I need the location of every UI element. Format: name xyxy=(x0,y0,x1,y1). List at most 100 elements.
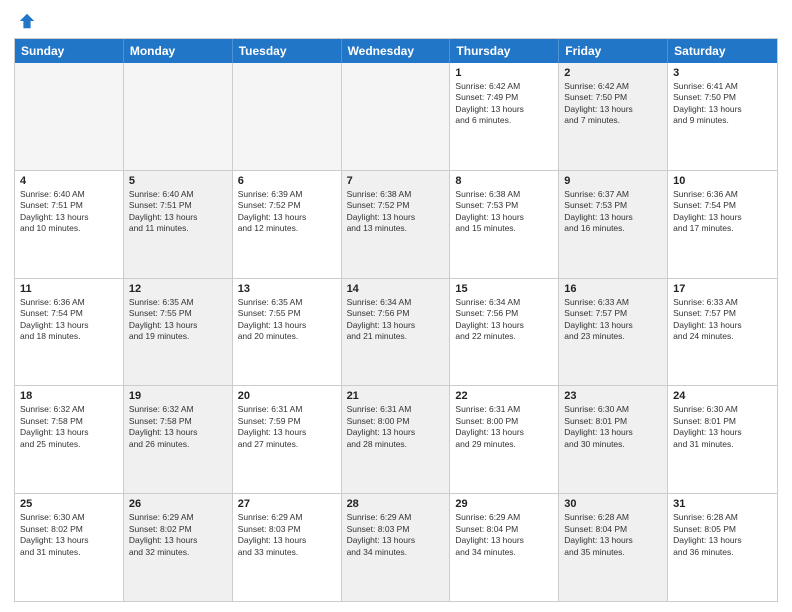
day-number: 7 xyxy=(347,175,445,187)
day-cell-11: 11 Sunrise: 6:36 AM Sunset: 7:54 PM Dayli… xyxy=(15,279,124,386)
day-cell-28: 28 Sunrise: 6:29 AM Sunset: 8:03 PM Dayli… xyxy=(342,494,451,601)
day-info: Sunrise: 6:28 AM Sunset: 8:04 PM Dayligh… xyxy=(564,512,662,558)
day-info: Sunrise: 6:36 AM Sunset: 7:54 PM Dayligh… xyxy=(20,297,118,343)
day-cell-26: 26Sunrise: 6:29 AM Sunset: 8:02 PM Dayli… xyxy=(124,494,233,601)
week-row-5: 25 Sunrise: 6:30 AM Sunset: 8:02 PM Dayli… xyxy=(15,493,777,601)
day-cell-18: 18 Sunrise: 6:32 AM Sunset: 7:58 PM Dayli… xyxy=(15,386,124,493)
day-number: 13 xyxy=(238,283,336,295)
day-cell-17: 17 Sunrise: 6:33 AM Sunset: 7:57 PM Dayli… xyxy=(668,279,777,386)
day-info: Sunrise: 6:29 AM Sunset: 8:04 PM Dayligh… xyxy=(455,512,553,558)
day-number: 4 xyxy=(20,175,118,187)
day-number: 8 xyxy=(455,175,553,187)
day-number: 16 xyxy=(564,283,662,295)
calendar-header: SundayMondayTuesdayWednesdayThursdayFrid… xyxy=(15,39,777,63)
day-cell-1: 1 Sunrise: 6:42 AM Sunset: 7:49 PM Daylig… xyxy=(450,63,559,170)
day-info: Sunrise: 6:38 AM Sunset: 7:53 PM Dayligh… xyxy=(455,189,553,235)
day-info: Sunrise: 6:30 AM Sunset: 8:01 PM Dayligh… xyxy=(673,404,772,450)
empty-cell xyxy=(342,63,451,170)
day-cell-12: 12 Sunrise: 6:35 AM Sunset: 7:55 PM Dayli… xyxy=(124,279,233,386)
page: SundayMondayTuesdayWednesdayThursdayFrid… xyxy=(0,0,792,612)
day-cell-25: 25 Sunrise: 6:30 AM Sunset: 8:02 PM Dayli… xyxy=(15,494,124,601)
week-row-4: 18 Sunrise: 6:32 AM Sunset: 7:58 PM Dayli… xyxy=(15,385,777,493)
day-cell-30: 30 Sunrise: 6:28 AM Sunset: 8:04 PM Dayli… xyxy=(559,494,668,601)
empty-cell xyxy=(15,63,124,170)
day-cell-2: 2Sunrise: 6:42 AM Sunset: 7:50 PM Daylig… xyxy=(559,63,668,170)
day-cell-16: 16 Sunrise: 6:33 AM Sunset: 7:57 PM Dayli… xyxy=(559,279,668,386)
day-cell-27: 27 Sunrise: 6:29 AM Sunset: 8:03 PM Dayli… xyxy=(233,494,342,601)
day-info: Sunrise: 6:28 AM Sunset: 8:05 PM Dayligh… xyxy=(673,512,772,558)
day-info: Sunrise: 6:32 AM Sunset: 7:58 PM Dayligh… xyxy=(20,404,118,450)
day-number: 14 xyxy=(347,283,445,295)
day-info: Sunrise: 6:31 AM Sunset: 8:00 PM Dayligh… xyxy=(455,404,553,450)
day-info: Sunrise: 6:42 AM Sunset: 7:50 PM Dayligh… xyxy=(564,81,662,127)
logo-text xyxy=(14,12,36,30)
week-row-2: 4 Sunrise: 6:40 AM Sunset: 7:51 PM Daylig… xyxy=(15,170,777,278)
day-cell-8: 8 Sunrise: 6:38 AM Sunset: 7:53 PM Daylig… xyxy=(450,171,559,278)
header-day-thursday: Thursday xyxy=(450,39,559,63)
day-cell-10: 10 Sunrise: 6:36 AM Sunset: 7:54 PM Dayli… xyxy=(668,171,777,278)
logo-icon xyxy=(18,12,36,30)
day-number: 22 xyxy=(455,390,553,402)
day-cell-5: 5 Sunrise: 6:40 AM Sunset: 7:51 PM Daylig… xyxy=(124,171,233,278)
header-day-wednesday: Wednesday xyxy=(342,39,451,63)
week-row-3: 11 Sunrise: 6:36 AM Sunset: 7:54 PM Dayli… xyxy=(15,278,777,386)
day-number: 15 xyxy=(455,283,553,295)
day-number: 5 xyxy=(129,175,227,187)
week-row-1: 1 Sunrise: 6:42 AM Sunset: 7:49 PM Daylig… xyxy=(15,63,777,170)
day-number: 28 xyxy=(347,498,445,510)
day-info: Sunrise: 6:29 AM Sunset: 8:03 PM Dayligh… xyxy=(347,512,445,558)
header-day-monday: Monday xyxy=(124,39,233,63)
day-info: Sunrise: 6:33 AM Sunset: 7:57 PM Dayligh… xyxy=(564,297,662,343)
day-info: Sunrise: 6:36 AM Sunset: 7:54 PM Dayligh… xyxy=(673,189,772,235)
day-number: 3 xyxy=(673,67,772,79)
day-cell-13: 13Sunrise: 6:35 AM Sunset: 7:55 PM Dayli… xyxy=(233,279,342,386)
day-number: 23 xyxy=(564,390,662,402)
logo xyxy=(14,12,36,30)
day-number: 27 xyxy=(238,498,336,510)
day-cell-4: 4Sunrise: 6:40 AM Sunset: 7:51 PM Daylig… xyxy=(15,171,124,278)
day-number: 1 xyxy=(455,67,553,79)
day-cell-21: 21 Sunrise: 6:31 AM Sunset: 8:00 PM Dayli… xyxy=(342,386,451,493)
day-info: Sunrise: 6:29 AM Sunset: 8:03 PM Dayligh… xyxy=(238,512,336,558)
day-number: 12 xyxy=(129,283,227,295)
day-number: 19 xyxy=(129,390,227,402)
day-cell-20: 20Sunrise: 6:31 AM Sunset: 7:59 PM Dayli… xyxy=(233,386,342,493)
day-info: Sunrise: 6:31 AM Sunset: 8:00 PM Dayligh… xyxy=(347,404,445,450)
day-info: Sunrise: 6:39 AM Sunset: 7:52 PM Dayligh… xyxy=(238,189,336,235)
day-info: Sunrise: 6:30 AM Sunset: 8:02 PM Dayligh… xyxy=(20,512,118,558)
day-cell-15: 15 Sunrise: 6:34 AM Sunset: 7:56 PM Dayli… xyxy=(450,279,559,386)
day-cell-22: 22 Sunrise: 6:31 AM Sunset: 8:00 PM Dayli… xyxy=(450,386,559,493)
day-number: 17 xyxy=(673,283,772,295)
day-cell-19: 19 Sunrise: 6:32 AM Sunset: 7:58 PM Dayli… xyxy=(124,386,233,493)
day-info: Sunrise: 6:37 AM Sunset: 7:53 PM Dayligh… xyxy=(564,189,662,235)
day-number: 30 xyxy=(564,498,662,510)
day-info: Sunrise: 6:34 AM Sunset: 7:56 PM Dayligh… xyxy=(347,297,445,343)
day-cell-6: 6Sunrise: 6:39 AM Sunset: 7:52 PM Daylig… xyxy=(233,171,342,278)
day-info: Sunrise: 6:38 AM Sunset: 7:52 PM Dayligh… xyxy=(347,189,445,235)
day-info: Sunrise: 6:34 AM Sunset: 7:56 PM Dayligh… xyxy=(455,297,553,343)
day-number: 25 xyxy=(20,498,118,510)
day-info: Sunrise: 6:33 AM Sunset: 7:57 PM Dayligh… xyxy=(673,297,772,343)
day-number: 31 xyxy=(673,498,772,510)
header xyxy=(14,12,778,30)
day-number: 21 xyxy=(347,390,445,402)
day-cell-14: 14 Sunrise: 6:34 AM Sunset: 7:56 PM Dayli… xyxy=(342,279,451,386)
day-number: 26 xyxy=(129,498,227,510)
calendar-body: 1 Sunrise: 6:42 AM Sunset: 7:49 PM Daylig… xyxy=(15,63,777,601)
day-info: Sunrise: 6:40 AM Sunset: 7:51 PM Dayligh… xyxy=(129,189,227,235)
day-cell-31: 31 Sunrise: 6:28 AM Sunset: 8:05 PM Dayli… xyxy=(668,494,777,601)
day-number: 29 xyxy=(455,498,553,510)
header-day-friday: Friday xyxy=(559,39,668,63)
day-number: 10 xyxy=(673,175,772,187)
day-info: Sunrise: 6:41 AM Sunset: 7:50 PM Dayligh… xyxy=(673,81,772,127)
day-info: Sunrise: 6:31 AM Sunset: 7:59 PM Dayligh… xyxy=(238,404,336,450)
day-number: 11 xyxy=(20,283,118,295)
day-info: Sunrise: 6:35 AM Sunset: 7:55 PM Dayligh… xyxy=(129,297,227,343)
empty-cell xyxy=(124,63,233,170)
calendar: SundayMondayTuesdayWednesdayThursdayFrid… xyxy=(14,38,778,602)
day-cell-29: 29 Sunrise: 6:29 AM Sunset: 8:04 PM Dayli… xyxy=(450,494,559,601)
day-info: Sunrise: 6:42 AM Sunset: 7:49 PM Dayligh… xyxy=(455,81,553,127)
empty-cell xyxy=(233,63,342,170)
day-number: 18 xyxy=(20,390,118,402)
day-info: Sunrise: 6:32 AM Sunset: 7:58 PM Dayligh… xyxy=(129,404,227,450)
